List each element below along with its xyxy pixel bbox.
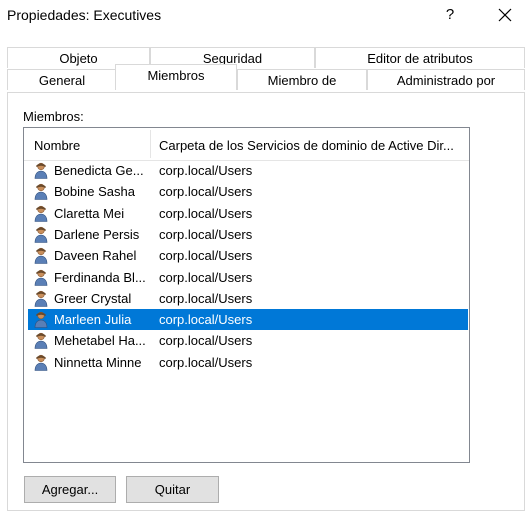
- close-icon: [498, 8, 512, 22]
- close-button[interactable]: [488, 3, 522, 27]
- member-name: Marleen Julia: [54, 312, 132, 328]
- members-list[interactable]: Nombre Carpeta de los Servicios de domin…: [23, 127, 470, 463]
- member-folder: corp.local/Users: [159, 163, 253, 178]
- tab-label: Miembros: [147, 68, 205, 83]
- members-label: Miembros:: [23, 109, 84, 124]
- member-folder: corp.local/Users: [159, 205, 253, 221]
- list-item[interactable]: Claretta Mei corp.local/Users: [28, 203, 468, 224]
- tab-label: Administrado por: [396, 73, 496, 88]
- member-folder: corp.local/Users: [159, 354, 253, 370]
- user-icon: [34, 205, 48, 222]
- member-name: Bobine Sasha: [54, 184, 135, 200]
- member-folder: corp.local/Users: [159, 226, 253, 242]
- user-icon: [34, 333, 48, 350]
- list-item[interactable]: Ninnetta Minne corp.local/Users: [28, 352, 468, 373]
- tab-label: Miembro de: [267, 73, 337, 88]
- member-name: Greer Crystal: [54, 290, 132, 306]
- window-title: Propiedades: Executives: [7, 7, 162, 23]
- tab-strip: Objeto Seguridad Editor de atributos Gen…: [0, 45, 532, 93]
- member-name: Mehetabel Ha...: [54, 333, 146, 349]
- list-item[interactable]: Mehetabel Ha... corp.local/Users: [28, 330, 468, 351]
- column-header-name[interactable]: Nombre: [34, 138, 80, 153]
- tab-general[interactable]: General: [7, 69, 117, 90]
- member-name: Ninnetta Minne: [54, 354, 142, 370]
- member-folder: corp.local/Users: [159, 333, 253, 349]
- member-name: Ferdinanda Bl...: [54, 269, 146, 285]
- tab-miembros[interactable]: Miembros: [115, 64, 237, 90]
- member-name: Claretta Mei: [54, 205, 125, 221]
- column-header-folder[interactable]: Carpeta de los Servicios de dominio de A…: [159, 138, 454, 153]
- title-bar: Propiedades: Executives ?: [0, 0, 532, 32]
- column-divider[interactable]: [150, 130, 151, 158]
- list-item[interactable]: Ferdinanda Bl... corp.local/Users: [28, 267, 468, 288]
- user-icon: [34, 184, 48, 201]
- member-folder: corp.local/Users: [159, 248, 253, 264]
- help-icon: ?: [445, 6, 455, 23]
- list-item[interactable]: Greer Crystal corp.local/Users: [28, 288, 468, 309]
- tab-label: Objeto: [59, 51, 98, 66]
- help-button[interactable]: ?: [436, 3, 464, 27]
- user-icon: [34, 162, 48, 179]
- remove-button[interactable]: Quitar: [126, 476, 219, 503]
- list-item[interactable]: Darlene Persis corp.local/Users: [28, 224, 468, 245]
- add-button[interactable]: Agregar...: [24, 476, 116, 503]
- user-icon: [34, 290, 48, 307]
- user-icon: [34, 248, 48, 264]
- tab-miembro-de[interactable]: Miembro de: [237, 69, 367, 90]
- member-folder: corp.local/Users: [159, 184, 253, 200]
- list-item[interactable]: Benedicta Ge... corp.local/Users: [28, 160, 468, 181]
- user-icon: [34, 226, 48, 243]
- list-item[interactable]: Marleen Julia corp.local/Users: [28, 309, 468, 331]
- tab-label: Editor de atributos: [367, 51, 473, 66]
- user-icon: [34, 269, 48, 286]
- member-folder: corp.local/Users: [159, 312, 253, 328]
- list-item[interactable]: Bobine Sasha corp.local/Users: [28, 181, 468, 202]
- user-icon: [34, 311, 48, 328]
- member-folder: corp.local/Users: [159, 269, 253, 285]
- member-name: Daveen Rahel: [54, 248, 137, 264]
- member-name: Benedicta Ge...: [54, 163, 144, 178]
- user-icon: [34, 354, 48, 371]
- tab-administrado-por[interactable]: Administrado por: [367, 69, 525, 90]
- list-item[interactable]: Daveen Rahel corp.local/Users: [28, 245, 468, 266]
- member-folder: corp.local/Users: [159, 290, 253, 306]
- member-name: Darlene Persis: [54, 226, 140, 242]
- tab-editor-atributos[interactable]: Editor de atributos: [315, 47, 525, 68]
- tab-label: General: [38, 73, 86, 88]
- list-header: Nombre Carpeta de los Servicios de domin…: [24, 128, 469, 161]
